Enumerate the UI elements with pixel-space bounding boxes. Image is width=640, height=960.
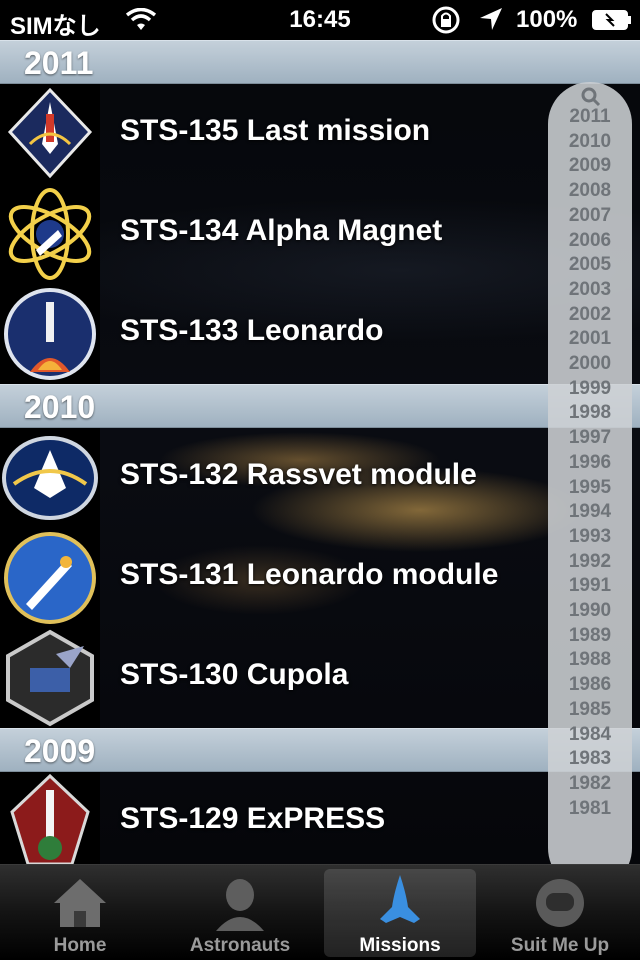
status-bar: SIMなし 16:45 100% — [0, 0, 640, 40]
year-index-item[interactable]: 1988 — [548, 649, 632, 671]
year-index-item[interactable]: 1985 — [548, 699, 632, 721]
year-index[interactable]: 2011 2010 2009 2008 2007 2006 2005 2003 2002 2001… — [548, 82, 632, 864]
astronaut-icon — [216, 879, 264, 931]
mission-row-sts-134[interactable]: STS-134 Alpha Magnet — [0, 184, 640, 284]
year-index-item[interactable]: 1981 — [548, 798, 632, 820]
year-index-item[interactable]: 2009 — [548, 155, 632, 177]
tab-suit-me-up[interactable]: Suit Me Up — [480, 865, 640, 960]
mission-row-sts-130[interactable]: STS-130 Cupola — [0, 628, 640, 728]
year-index-item[interactable]: 1997 — [548, 427, 632, 449]
search-icon[interactable] — [580, 86, 602, 108]
tab-label: Home — [53, 935, 107, 956]
year-index-item[interactable]: 1994 — [548, 501, 632, 523]
mission-title: STS-133 Leonardo — [120, 314, 384, 347]
mission-title: STS-132 Rassvet module — [120, 458, 477, 491]
year-index-item[interactable]: 2007 — [548, 205, 632, 227]
year-index-item[interactable]: 1999 — [548, 378, 632, 400]
year-index-item[interactable]: 1998 — [548, 402, 632, 424]
tab-label: Astronauts — [189, 935, 291, 956]
mission-title: STS-131 Leonardo module — [120, 558, 499, 591]
helmet-icon — [536, 879, 584, 927]
mission-row-sts-132[interactable]: STS-132 Rassvet module — [0, 428, 640, 528]
mission-title: STS-129 ExPRESS — [120, 802, 386, 835]
year-index-item[interactable]: 2001 — [548, 328, 632, 350]
year-index-item[interactable]: 2010 — [548, 131, 632, 153]
mission-row-sts-131[interactable]: STS-131 Leonardo module — [0, 528, 640, 628]
tab-missions[interactable]: Missions — [324, 869, 476, 957]
tab-label: Missions — [359, 935, 441, 956]
sts-132-patch-icon — [0, 428, 100, 528]
year-index-item[interactable]: 2000 — [548, 353, 632, 375]
year-index-item[interactable]: 1984 — [548, 724, 632, 746]
year-index-item[interactable]: 1991 — [548, 575, 632, 597]
year-index-item[interactable]: 2003 — [548, 279, 632, 301]
sts-131-patch-icon — [0, 528, 100, 628]
mission-row-sts-133[interactable]: STS-133 Leonardo — [0, 284, 640, 384]
mission-title: STS-134 Alpha Magnet — [120, 214, 443, 247]
shuttle-icon — [380, 875, 420, 923]
year-index-item[interactable]: 1983 — [548, 748, 632, 770]
section-header-2009: 2009 — [0, 728, 640, 772]
section-header-2010: 2010 — [0, 384, 640, 428]
sts-133-patch-icon — [0, 284, 100, 384]
home-icon — [54, 879, 106, 927]
mission-title: STS-130 Cupola — [120, 658, 349, 691]
year-index-item[interactable]: 1992 — [548, 551, 632, 573]
orientation-lock-icon — [432, 6, 460, 34]
year-index-item[interactable]: 2008 — [548, 180, 632, 202]
mission-row-sts-129[interactable]: STS-129 ExPRESS — [0, 772, 640, 864]
mission-row-sts-135[interactable]: STS-135 Last mission — [0, 84, 640, 184]
year-index-item[interactable]: 1989 — [548, 625, 632, 647]
year-index-item[interactable]: 1990 — [548, 600, 632, 622]
year-index-item[interactable]: 2002 — [548, 304, 632, 326]
year-index-item[interactable]: 1996 — [548, 452, 632, 474]
tab-label: Suit Me Up — [510, 935, 610, 956]
year-index-item[interactable]: 1986 — [548, 674, 632, 696]
year-index-item[interactable]: 2006 — [548, 230, 632, 252]
tab-astronauts[interactable]: Astronauts — [160, 865, 320, 960]
year-index-item[interactable]: 1982 — [548, 773, 632, 795]
year-index-item[interactable]: 2011 — [548, 106, 632, 128]
missions-list[interactable]: 2011 STS-135 Last mission STS-134 Alpha … — [0, 40, 640, 864]
sts-134-patch-icon — [0, 184, 100, 284]
battery-icon — [592, 10, 631, 30]
sts-130-patch-icon — [0, 628, 100, 728]
year-index-item[interactable]: 1993 — [548, 526, 632, 548]
tab-bar: Home Astronauts Missions Suit Me Up — [0, 864, 640, 960]
tab-home[interactable]: Home — [0, 865, 160, 960]
year-index-item[interactable]: 2005 — [548, 254, 632, 276]
location-icon — [480, 8, 502, 30]
mission-title: STS-135 Last mission — [120, 114, 431, 147]
year-index-item[interactable]: 1995 — [548, 477, 632, 499]
section-header-2011: 2011 — [0, 40, 640, 84]
sts-129-patch-icon — [0, 772, 100, 864]
sts-135-patch-icon — [0, 84, 100, 184]
battery-percentage: 100% — [516, 6, 578, 33]
